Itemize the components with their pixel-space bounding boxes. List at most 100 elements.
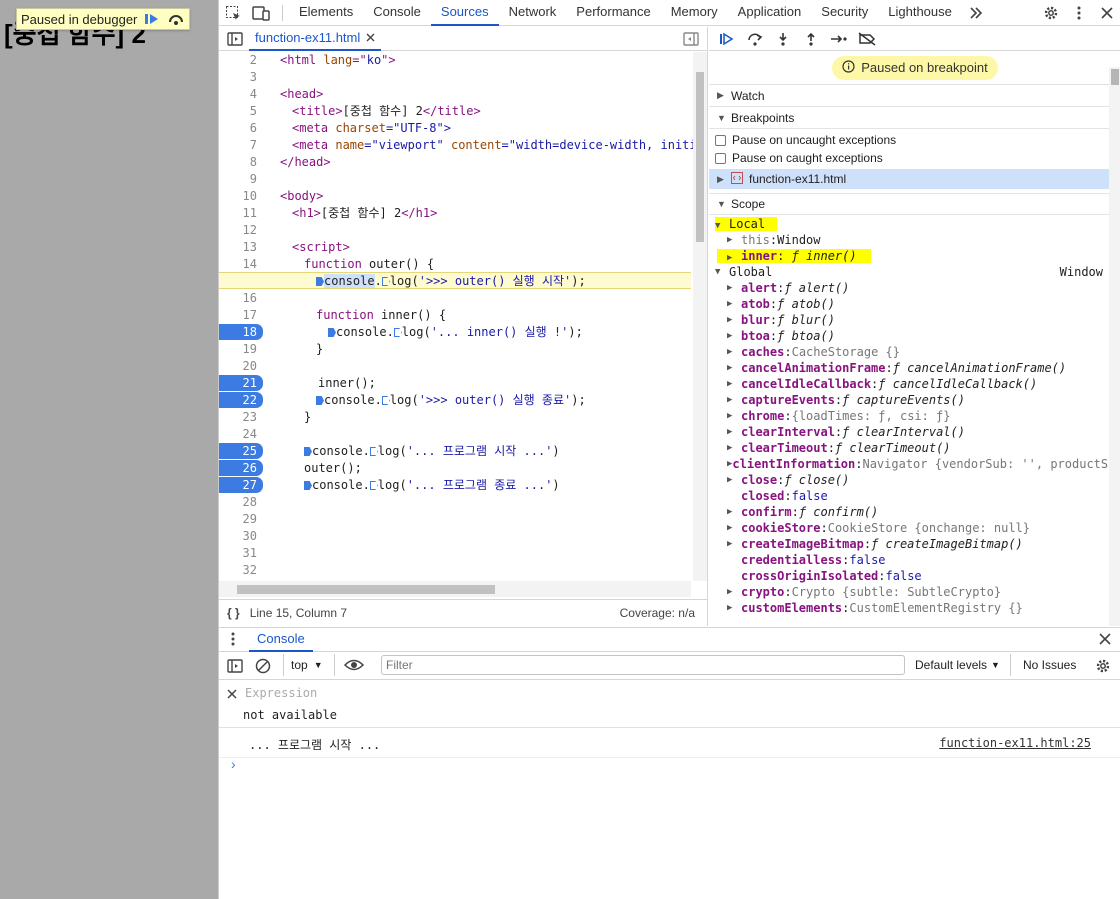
code-line[interactable]: console. log('... 프로그램 종료 ...')	[219, 477, 691, 494]
line-number[interactable]: 32	[219, 562, 263, 578]
file-tab[interactable]: function-ex11.html	[249, 27, 382, 51]
tab-security[interactable]: Security	[811, 0, 878, 26]
code-area[interactable]: 2345678910111213141516171819202122232425…	[219, 52, 707, 581]
line-number[interactable]: 9	[219, 171, 263, 187]
close-tab-icon[interactable]	[366, 30, 375, 45]
inline-breakpoint-icon[interactable]	[316, 277, 324, 286]
code-line[interactable]: <meta charset="UTF-8">	[219, 120, 691, 137]
code-line[interactable]: console. log('>>> outer() 실행 종료');	[219, 392, 691, 409]
code-line[interactable]: outer();	[219, 460, 691, 477]
inline-breakpoint-icon[interactable]	[381, 396, 390, 405]
scope-entry[interactable]: crossOriginIsolated: false	[709, 568, 1120, 584]
scope-entry[interactable]: closed: false	[709, 488, 1120, 504]
code-line[interactable]: <meta name="viewport" content="width=dev…	[219, 137, 707, 154]
scope-section-header[interactable]: ▼ Scope	[709, 193, 1120, 215]
toggle-debugger-icon[interactable]	[683, 31, 699, 50]
editor-horizontal-scrollbar[interactable]	[219, 581, 691, 597]
scope-entry[interactable]: ▶ chrome: {loadTimes: ƒ, csi: ƒ}	[709, 408, 1120, 424]
tab-sources[interactable]: Sources	[430, 0, 499, 26]
scope-entry[interactable]: ▶ close: ƒ close()	[709, 472, 1120, 488]
settings-icon[interactable]	[1037, 0, 1065, 26]
scope-entry[interactable]: ▶ alert: ƒ alert()	[709, 280, 1120, 296]
tab-elements[interactable]: Elements	[289, 0, 363, 26]
global-scope-header[interactable]: ▼ Global Window	[709, 264, 1120, 280]
inline-breakpoint-icon[interactable]	[369, 481, 378, 490]
scope-entry[interactable]: ▶ cancelAnimationFrame: ƒ cancelAnimation…	[709, 360, 1120, 376]
expression-placeholder[interactable]: Expression	[245, 686, 317, 700]
issues-count[interactable]: No Issues	[1023, 658, 1076, 672]
clear-console-icon[interactable]	[255, 658, 271, 677]
scope-entry[interactable]: ▶ this: Window	[709, 232, 1120, 248]
scope-entry[interactable]: ▶ cancelIdleCallback: ƒ cancelIdleCallbac…	[709, 376, 1120, 392]
scope-entry[interactable]: ▶ btoa: ƒ btoa()	[709, 328, 1120, 344]
code-line[interactable]: <body>	[219, 188, 691, 205]
scope-entry[interactable]: ▶ clearTimeout: ƒ clearTimeout()	[709, 440, 1120, 456]
device-toolbar-icon[interactable]	[247, 0, 275, 26]
scrollbar-thumb[interactable]	[1111, 69, 1119, 85]
console-settings-icon[interactable]	[1095, 658, 1111, 677]
code-line[interactable]: <html lang="ko">	[219, 52, 691, 69]
scope-entry[interactable]: ▶ atob: ƒ atob()	[709, 296, 1120, 312]
scrollbar-thumb[interactable]	[237, 585, 495, 594]
scope-entry[interactable]: ▶ crypto: Crypto {subtle: SubtleCrypto}	[709, 584, 1120, 600]
log-levels-dropdown[interactable]: Default levels ▼	[915, 658, 1000, 672]
inline-breakpoint-icon[interactable]	[393, 328, 402, 337]
step-icon[interactable]	[827, 28, 851, 50]
scope-entry[interactable]: ▶ createImageBitmap: ƒ createImageBitmap(…	[709, 536, 1120, 552]
step-into-icon[interactable]	[771, 28, 795, 50]
current-execution-line[interactable]: console. log('>>> outer() 실행 시작');	[219, 272, 691, 289]
line-number[interactable]: 16	[219, 290, 263, 306]
tab-console[interactable]: Console	[363, 0, 431, 26]
tab-application[interactable]: Application	[728, 0, 812, 26]
more-tabs-icon[interactable]	[962, 0, 990, 26]
code-line[interactable]: }	[219, 341, 691, 358]
debugger-scrollbar[interactable]	[1109, 67, 1120, 626]
inline-breakpoint-icon[interactable]	[381, 277, 390, 286]
code-line[interactable]: </head>	[219, 154, 691, 171]
resume-icon[interactable]	[143, 11, 161, 27]
console-prompt-icon[interactable]: ›	[231, 756, 236, 772]
scope-entry[interactable]: ▶ customElements: CustomElementRegistry {…	[709, 600, 1120, 616]
line-number[interactable]: 20	[219, 358, 263, 374]
scope-entry[interactable]: ▶ confirm: ƒ confirm()	[709, 504, 1120, 520]
line-number[interactable]: 29	[219, 511, 263, 527]
code-line[interactable]: <head>	[219, 86, 691, 103]
scope-entry[interactable]: ▶ clearInterval: ƒ clearInterval()	[709, 424, 1120, 440]
line-number[interactable]: 3	[219, 69, 263, 85]
pause-uncaught-checkbox[interactable]: Pause on uncaught exceptions	[709, 131, 1120, 149]
line-number[interactable]: 28	[219, 494, 263, 510]
scope-entry[interactable]: ▶ inner: ƒ inner()	[709, 248, 1120, 264]
code-line[interactable]: console. log('... inner() 실행 !');	[219, 324, 691, 341]
step-out-icon[interactable]	[799, 28, 823, 50]
local-scope-header[interactable]: ▼ Local	[709, 216, 1120, 232]
tab-performance[interactable]: Performance	[566, 0, 660, 26]
code-line[interactable]: <script>	[219, 239, 691, 256]
drawer-tab-console[interactable]: Console	[249, 628, 313, 652]
code-line[interactable]: <h1>[중첩 함수] 2</h1>	[219, 205, 691, 222]
scope-entry[interactable]: ▶ clientInformation: Navigator {vendorSub…	[709, 456, 1120, 472]
line-number[interactable]: 30	[219, 528, 263, 544]
step-over-icon[interactable]	[743, 28, 767, 50]
inline-breakpoint-icon[interactable]	[328, 328, 336, 337]
tab-lighthouse[interactable]: Lighthouse	[878, 0, 962, 26]
line-number[interactable]: 24	[219, 426, 263, 442]
code-line[interactable]: console. log('... 프로그램 시작 ...')	[219, 443, 691, 460]
line-number[interactable]: 31	[219, 545, 263, 561]
scope-entry[interactable]: ▶ captureEvents: ƒ captureEvents()	[709, 392, 1120, 408]
inline-breakpoint-icon[interactable]	[316, 396, 324, 405]
editor-vertical-scrollbar[interactable]	[693, 52, 707, 581]
breakpoints-section-header[interactable]: ▼ Breakpoints	[709, 107, 1120, 129]
context-selector[interactable]: top ▼	[291, 658, 323, 672]
scope-entry[interactable]: ▶ blur: ƒ blur()	[709, 312, 1120, 328]
toggle-navigator-icon[interactable]	[227, 31, 243, 50]
deactivate-breakpoints-icon[interactable]	[855, 28, 879, 50]
inline-breakpoint-icon[interactable]	[369, 447, 378, 456]
close-drawer-icon[interactable]	[1099, 633, 1111, 648]
resume-icon[interactable]	[715, 28, 739, 50]
scope-entry[interactable]: credentialless: false	[709, 552, 1120, 568]
close-icon[interactable]	[1093, 0, 1120, 26]
tab-memory[interactable]: Memory	[661, 0, 728, 26]
kebab-menu-icon[interactable]	[1065, 0, 1093, 26]
checkbox-icon[interactable]	[715, 152, 726, 164]
code-line[interactable]: function inner() {	[219, 307, 691, 324]
